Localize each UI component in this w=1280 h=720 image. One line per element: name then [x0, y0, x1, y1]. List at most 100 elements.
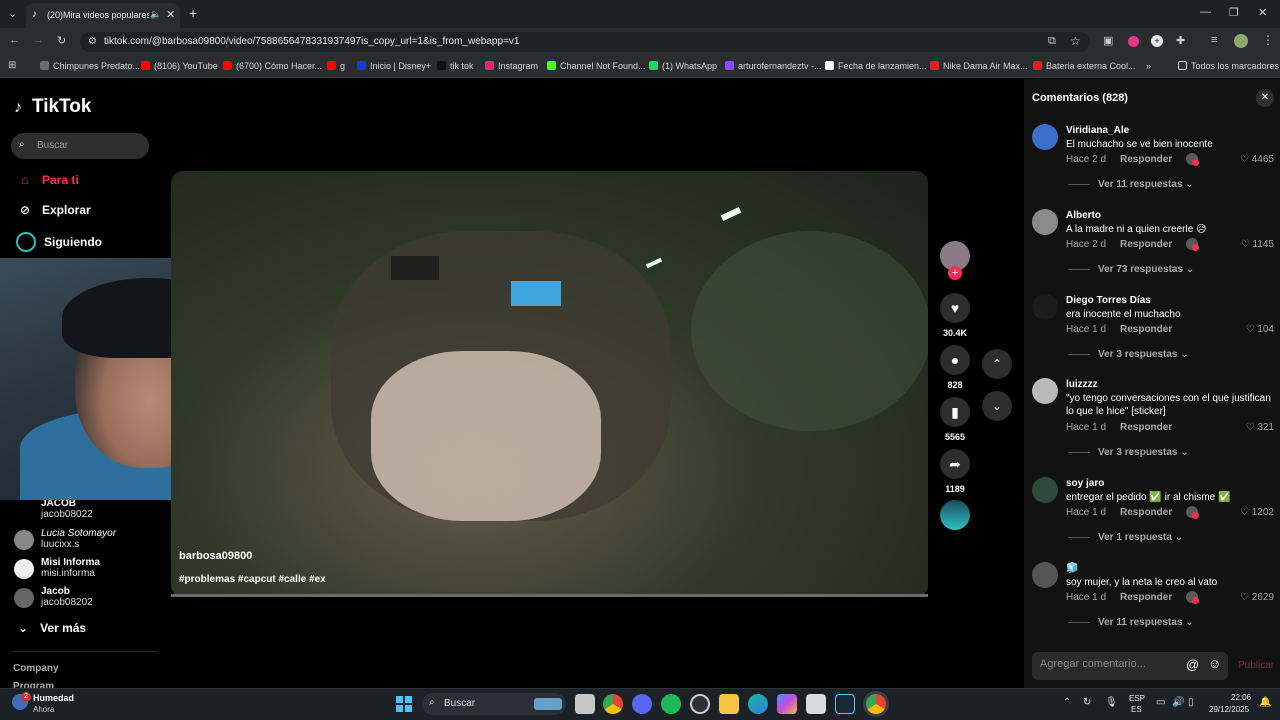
task-view-icon[interactable]: [575, 694, 595, 714]
weather-title[interactable]: Humedad: [33, 693, 74, 703]
steam-icon[interactable]: [835, 694, 855, 714]
view-replies-button[interactable]: Ver 3 respuestas ⌄: [1068, 349, 1189, 360]
comment-avatar[interactable]: [1032, 209, 1058, 235]
bookmark-item[interactable]: Chimpunes Predato...: [40, 61, 140, 71]
comment-like-button[interactable]: ♡ 4465: [1224, 154, 1274, 165]
install-app-icon[interactable]: ⧉: [1048, 35, 1056, 48]
tray-overflow-icon[interactable]: ⌃: [1063, 697, 1071, 708]
reply-button[interactable]: Responder: [1120, 422, 1172, 433]
bookmark-item[interactable]: Bateria externa Cool...: [1033, 61, 1136, 71]
see-more-button[interactable]: ⌄ Ver más: [18, 621, 86, 635]
close-window-button[interactable]: ✕: [1258, 6, 1267, 19]
previous-video-button[interactable]: ⌃: [982, 349, 1012, 379]
bookmark-item[interactable]: (8106) YouTube: [141, 61, 218, 71]
tiktok-search-box[interactable]: ⌕ Buscar: [11, 133, 149, 159]
tab-close-icon[interactable]: ✕: [166, 8, 175, 21]
video-player[interactable]: [171, 171, 928, 597]
bookmark-item[interactable]: Nike Dama Air Max...: [930, 61, 1028, 71]
comment-username[interactable]: Diego Torres Días: [1066, 295, 1151, 306]
comment-input-box[interactable]: @ ☺: [1032, 652, 1228, 680]
clock-date[interactable]: 29/12/2025: [1209, 705, 1249, 714]
profile-avatar[interactable]: [1234, 34, 1248, 48]
extension-record-icon[interactable]: [1128, 36, 1139, 47]
video-hashtags[interactable]: #problemas #capcut #calle #ex: [179, 574, 326, 585]
notification-bell-icon[interactable]: 🔔: [1259, 697, 1271, 708]
bookmark-item[interactable]: (1) WhatsApp: [649, 61, 717, 71]
sync-icon[interactable]: ↻: [1083, 697, 1091, 708]
reply-button[interactable]: Responder: [1120, 239, 1172, 250]
comment-like-button[interactable]: ♡ 321: [1224, 422, 1274, 433]
bookmark-star-icon[interactable]: ☆: [1070, 34, 1081, 48]
language-top[interactable]: ESP: [1129, 694, 1145, 703]
bookmark-item[interactable]: Inicio | Disney+: [357, 61, 431, 71]
program-link[interactable]: Program: [13, 681, 54, 688]
comment-username[interactable]: Viridiana_Ale: [1066, 125, 1129, 136]
chrome-active-icon[interactable]: [866, 694, 886, 714]
comment-avatar[interactable]: [1032, 124, 1058, 150]
bookmark-item[interactable]: arturofernandeztv -...: [725, 61, 822, 71]
display-icon[interactable]: ▭: [1156, 697, 1165, 708]
mention-icon[interactable]: @: [1186, 657, 1199, 672]
emoji-icon[interactable]: ☺: [1208, 656, 1221, 671]
site-info-icon[interactable]: ⚙: [88, 36, 97, 47]
comment-like-button[interactable]: ♡ 104: [1224, 324, 1274, 335]
save-button[interactable]: ▮: [940, 397, 970, 427]
bookmark-item[interactable]: (6700) Cómo Hacer...: [223, 61, 322, 71]
minimize-button[interactable]: —: [1200, 6, 1211, 18]
clock-time[interactable]: 22:06: [1231, 693, 1251, 702]
comment-button[interactable]: ●: [940, 345, 970, 375]
maximize-button[interactable]: ❐: [1229, 6, 1239, 19]
view-replies-button[interactable]: Ver 11 respuestas ⌄: [1068, 179, 1194, 190]
view-replies-button[interactable]: Ver 73 respuestas ⌄: [1068, 264, 1194, 275]
nav-explore[interactable]: ⊘ Explorar: [16, 203, 91, 217]
followed-account-4[interactable]: Jacob jacob08202: [12, 586, 93, 608]
edge-icon[interactable]: [748, 694, 768, 714]
next-video-button[interactable]: ⌄: [982, 391, 1012, 421]
copilot-icon[interactable]: [777, 694, 797, 714]
discord-icon[interactable]: [632, 694, 652, 714]
followed-account-3[interactable]: Misi Informa misi.informa: [12, 557, 100, 579]
publish-button[interactable]: Publicar: [1238, 660, 1274, 671]
apps-grid-icon[interactable]: ⊞: [8, 60, 16, 71]
company-link[interactable]: Company: [13, 663, 59, 674]
video-progress-bar[interactable]: [171, 594, 928, 597]
comment-like-button[interactable]: ♡ 1202: [1224, 507, 1274, 518]
all-bookmarks-button[interactable]: Todos los marcadores: [1178, 61, 1279, 71]
comment-avatar[interactable]: [1032, 378, 1058, 404]
comment-username[interactable]: soy jaro: [1066, 478, 1104, 489]
video-author[interactable]: barbosa09800: [179, 550, 252, 562]
spotify-icon[interactable]: [661, 694, 681, 714]
follow-plus-icon[interactable]: +: [948, 266, 962, 280]
volume-icon[interactable]: 🔊: [1172, 697, 1184, 708]
media-controls-icon[interactable]: ≡: [1211, 34, 1217, 46]
comment-like-button[interactable]: ♡ 1145: [1224, 239, 1274, 250]
reply-button[interactable]: Responder: [1120, 324, 1172, 335]
bookmark-item[interactable]: Instagram: [485, 61, 538, 71]
like-button[interactable]: ♥: [940, 293, 970, 323]
followed-account-2[interactable]: Lucia Sotomayor luucixx.s: [12, 528, 116, 550]
comment-username[interactable]: Alberto: [1066, 210, 1101, 221]
bookmark-item[interactable]: tik tok: [437, 61, 474, 71]
extension-plus-icon[interactable]: +: [1151, 35, 1163, 47]
view-replies-button[interactable]: Ver 11 respuestas ⌄: [1068, 617, 1194, 628]
view-replies-button[interactable]: Ver 1 respuesta ⌄: [1068, 532, 1183, 543]
battery-icon[interactable]: ▯: [1188, 697, 1194, 708]
comment-input[interactable]: [1040, 658, 1180, 670]
music-disc-icon[interactable]: [940, 500, 970, 530]
back-button[interactable]: ←: [9, 34, 20, 46]
tiktok-logo[interactable]: ♪ TikTok: [14, 96, 91, 118]
close-comments-button[interactable]: ✕: [1256, 89, 1274, 107]
reload-button[interactable]: ↻: [57, 34, 66, 47]
chrome-menu-icon[interactable]: ⋮: [1262, 33, 1274, 47]
file-explorer-icon[interactable]: [719, 694, 739, 714]
reply-button[interactable]: Responder: [1120, 592, 1172, 603]
share-button[interactable]: ➦: [940, 449, 970, 479]
bookmarks-overflow-button[interactable]: »: [1146, 61, 1151, 71]
nav-for-you[interactable]: ⌂ Para ti: [16, 173, 78, 187]
microphone-icon[interactable]: 🎙: [1105, 697, 1118, 708]
tab-search-icon[interactable]: ⌄: [8, 7, 17, 20]
address-bar[interactable]: ⚙ tiktok.com/@barbosa09800/video/7588656…: [80, 32, 1090, 52]
tab-active[interactable]: ♪ (20)Mira videos populares de 🔈 ✕: [26, 3, 180, 28]
view-replies-button[interactable]: Ver 3 respuestas ⌄: [1068, 447, 1189, 458]
chrome-icon[interactable]: [603, 694, 623, 714]
